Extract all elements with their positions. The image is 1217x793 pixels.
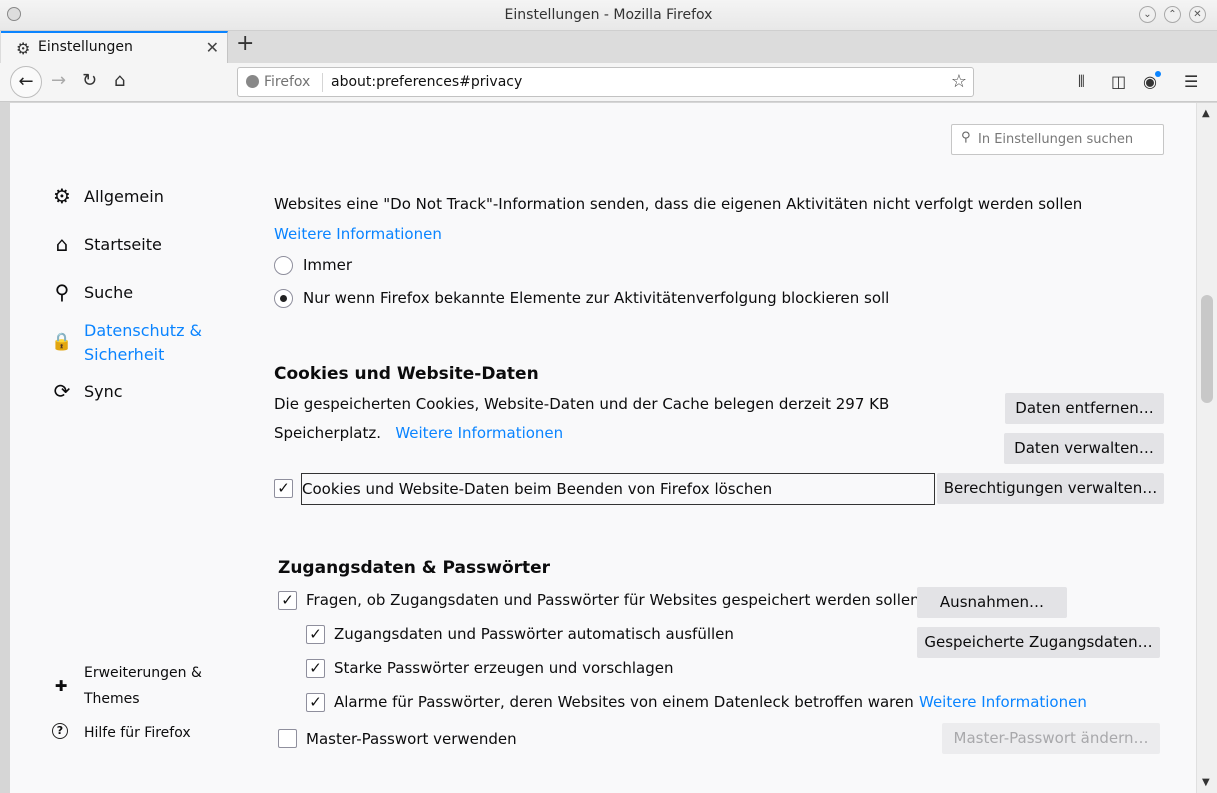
delete-on-close-label: Cookies und Website-Daten beim Beenden v…: [302, 480, 773, 498]
forward-button[interactable]: →: [51, 71, 66, 91]
maximize-button[interactable]: ⌃: [1164, 6, 1181, 23]
exceptions-button[interactable]: Ausnahmen…: [917, 587, 1067, 618]
search-input[interactable]: ⚲ In Einstellungen suchen: [951, 124, 1164, 155]
scroll-thumb[interactable]: [1201, 295, 1213, 403]
sidebar-item-label-line1: Datenschutz &: [84, 321, 203, 340]
tab-strip: ⚙ Einstellungen ✕: [0, 31, 1217, 63]
cookies-usage-suffix: Speicherplatz.: [274, 424, 381, 442]
dnt-description: Websites eine "Do Not Track"-Information…: [274, 195, 1083, 213]
addons-label-line2: Themes: [84, 691, 140, 707]
dnt-only-when-blocking-radio[interactable]: [274, 289, 293, 308]
cookies-usage-text: Die gespeicherten Cookies, Website-Daten…: [274, 395, 890, 413]
home-icon: ⌂: [55, 232, 69, 256]
logins-heading: Zugangsdaten & Passwörter: [278, 558, 551, 578]
cookies-usage-text-line2: Speicherplatz. Weitere Informationen: [274, 424, 563, 442]
sidebar-item-label: Sync: [84, 382, 123, 401]
firefox-icon: [246, 75, 259, 88]
gear-icon: ⚙: [53, 184, 71, 208]
url-bar[interactable]: Firefox about:preferences#privacy ☆: [237, 67, 974, 97]
page-scrollbar[interactable]: ▲ ▼: [1196, 103, 1217, 793]
hamburger-menu-icon[interactable]: ☰: [1184, 72, 1198, 91]
close-tab-icon[interactable]: ✕: [206, 38, 219, 57]
reload-button[interactable]: ↻: [82, 71, 97, 91]
identity-box[interactable]: Firefox: [246, 74, 310, 90]
minimize-button[interactable]: ⌄: [1139, 6, 1156, 23]
sidebar-item-label: Suche: [84, 283, 134, 302]
sidebar-item-label-line2: Sicherheit: [84, 345, 165, 364]
breach-alerts-checkbox[interactable]: ✓: [306, 693, 325, 712]
puzzle-icon: ✚: [54, 677, 68, 695]
new-tab-button[interactable]: +: [236, 33, 254, 55]
home-button[interactable]: ⌂: [114, 71, 125, 91]
sidebar-toggle-icon[interactable]: ◫: [1111, 72, 1126, 91]
tab-label: Einstellungen: [38, 39, 133, 55]
url-separator: [322, 73, 323, 92]
search-placeholder: In Einstellungen suchen: [978, 132, 1134, 147]
breach-alerts-label: Alarme für Passwörter, deren Websites vo…: [334, 693, 914, 711]
autofill-checkbox[interactable]: ✓: [306, 625, 325, 644]
tab-settings[interactable]: ⚙ Einstellungen ✕: [1, 31, 228, 63]
sync-icon: ⟳: [53, 379, 71, 403]
breach-learn-more-link[interactable]: Weitere Informationen: [919, 693, 1087, 711]
help-label: Hilfe für Firefox: [84, 725, 191, 741]
bookmark-star-icon[interactable]: ☆: [951, 71, 967, 92]
back-button[interactable]: ←: [10, 66, 42, 98]
identity-label: Firefox: [264, 74, 311, 90]
cookies-learn-more-link[interactable]: Weitere Informationen: [395, 424, 563, 442]
saved-logins-button[interactable]: Gespeicherte Zugangsdaten…: [917, 627, 1160, 658]
ask-to-save-checkbox[interactable]: ✓: [278, 591, 297, 610]
autofill-label: Zugangsdaten und Passwörter automatisch …: [334, 625, 734, 643]
window-title: Einstellungen - Mozilla Firefox: [504, 7, 713, 23]
dnt-only-when-blocking-label: Nur wenn Firefox bekannte Elemente zur A…: [303, 289, 890, 307]
scroll-up-icon[interactable]: ▲: [1202, 108, 1210, 119]
change-master-password-button[interactable]: Master-Passwort ändern…: [942, 723, 1160, 754]
manage-data-button[interactable]: Daten verwalten…: [1004, 433, 1164, 464]
navigation-toolbar: ← → ↻ ⌂ Firefox about:preferences#privac…: [0, 63, 1217, 102]
dnt-always-radio[interactable]: [274, 256, 293, 275]
window-titlebar: Einstellungen - Mozilla Firefox ⌄ ⌃ ✕: [0, 0, 1217, 31]
close-window-button[interactable]: ✕: [1189, 6, 1206, 23]
generate-passwords-checkbox[interactable]: ✓: [306, 659, 325, 678]
dnt-learn-more-link[interactable]: Weitere Informationen: [274, 225, 442, 243]
master-password-label: Master-Passwort verwenden: [306, 730, 517, 748]
dnt-always-label: Immer: [303, 256, 353, 274]
addons-label-line1: Erweiterungen &: [84, 665, 202, 681]
generate-passwords-label: Starke Passwörter erzeugen und vorschlag…: [334, 659, 674, 677]
library-icon[interactable]: ⫴: [1078, 72, 1085, 92]
preferences-page: ⚲ In Einstellungen suchen ⚙ Allgemein ⌂ …: [10, 103, 1196, 793]
manage-permissions-button[interactable]: Berechtigungen verwalten…: [937, 473, 1164, 504]
gear-icon: ⚙: [16, 39, 31, 58]
delete-on-close-checkbox[interactable]: ✓: [274, 479, 293, 498]
search-icon: ⚲: [54, 280, 70, 304]
clear-data-button[interactable]: Daten entfernen…: [1005, 393, 1164, 424]
scroll-down-icon[interactable]: ▼: [1202, 777, 1210, 788]
ask-to-save-label: Fragen, ob Zugangsdaten und Passwörter f…: [306, 591, 920, 609]
cookies-heading: Cookies und Website-Daten: [274, 364, 539, 384]
master-password-checkbox[interactable]: [278, 729, 297, 748]
help-icon: ?: [52, 723, 68, 739]
lock-icon: 🔒: [51, 332, 73, 352]
notification-badge: [1155, 71, 1161, 77]
sidebar-item-label: Startseite: [84, 235, 162, 254]
search-icon: ⚲: [961, 130, 971, 145]
sidebar-item-label: Allgemein: [84, 187, 164, 206]
url-input[interactable]: about:preferences#privacy: [331, 74, 522, 90]
